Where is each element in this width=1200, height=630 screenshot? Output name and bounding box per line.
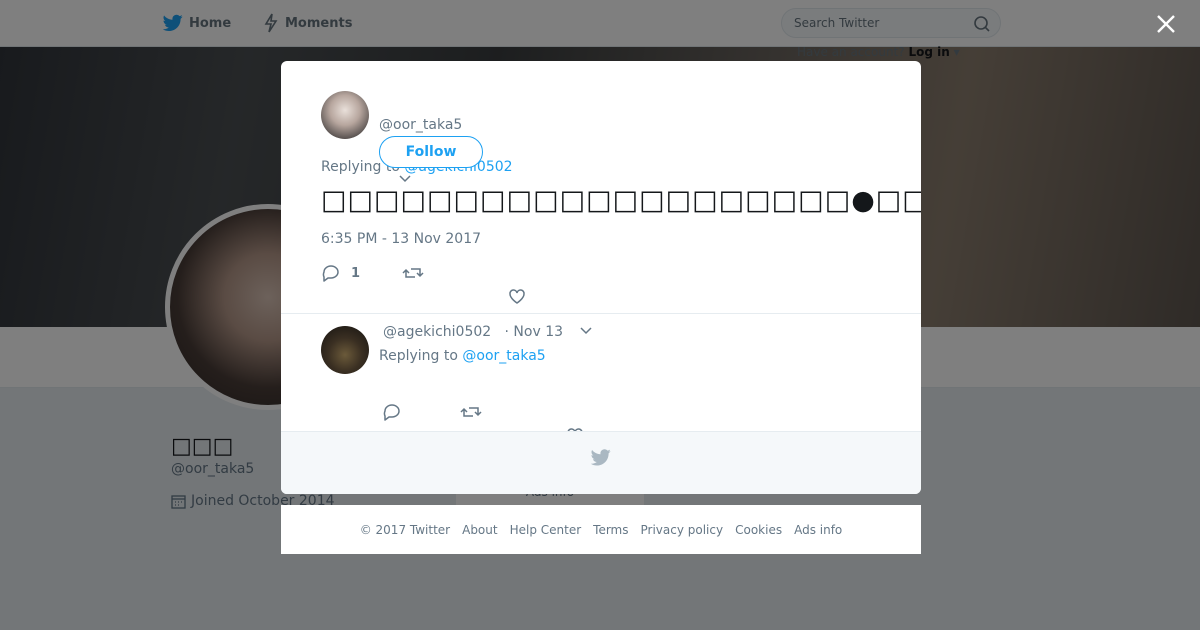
tweet-text: □□□□□□□□□□□□□□□□□□□□●□□□□□□□□□□□□□□□ <box>321 185 921 216</box>
footer-link-ads-info[interactable]: Ads info <box>794 523 842 537</box>
heart-icon <box>509 289 525 304</box>
like-button[interactable] <box>508 288 526 305</box>
tweet-timestamp[interactable]: 6:35 PM - 13 Nov 2017 <box>321 231 481 247</box>
retweet-icon <box>402 268 424 278</box>
twitter-bird-icon <box>591 449 611 466</box>
footer-link-terms[interactable]: Terms <box>593 523 628 537</box>
tweet-author-handle[interactable]: @oor_taka5 <box>379 117 462 133</box>
site-footer: © 2017 Twitter About Help Center Terms P… <box>281 505 921 554</box>
close-icon[interactable] <box>1152 10 1180 38</box>
footer-link-help-center[interactable]: Help Center <box>510 523 582 537</box>
footer-link-about[interactable]: About <box>462 523 497 537</box>
footer-link-cookies[interactable]: Cookies <box>735 523 782 537</box>
reply-replying-link[interactable]: @oor_taka5 <box>462 348 545 364</box>
reply-author-handle[interactable]: @agekichi0502 <box>383 324 491 340</box>
modal-footer <box>281 432 921 494</box>
chevron-down-icon[interactable] <box>579 326 593 336</box>
retweet-button[interactable] <box>402 264 424 282</box>
reply-button[interactable]: 1 <box>321 264 360 282</box>
reply-reply-button[interactable] <box>382 403 402 421</box>
reply-icon <box>322 265 339 282</box>
reply-icon <box>383 404 400 421</box>
reply-header: @agekichi0502 · Nov 13 <box>383 324 563 340</box>
reply-replying-to: Replying to @oor_taka5 <box>379 348 546 364</box>
footer-link-privacy[interactable]: Privacy policy <box>641 523 724 537</box>
reply-author-avatar[interactable] <box>321 326 369 374</box>
retweet-icon <box>460 407 482 417</box>
reply-retweet-button[interactable] <box>460 403 482 421</box>
tweet-modal: @oor_taka5 Replying to @agekichi0502 Fol… <box>281 61 921 494</box>
follow-button[interactable]: Follow <box>379 136 483 168</box>
reply-replying-prefix: Replying to <box>379 348 458 364</box>
divider <box>281 313 921 314</box>
chevron-down-icon[interactable] <box>398 174 412 184</box>
tweet-author-avatar[interactable] <box>321 91 369 139</box>
reply-date[interactable]: · Nov 13 <box>505 324 564 340</box>
footer-copyright: © 2017 Twitter <box>359 522 451 537</box>
reply-count: 1 <box>351 265 361 281</box>
